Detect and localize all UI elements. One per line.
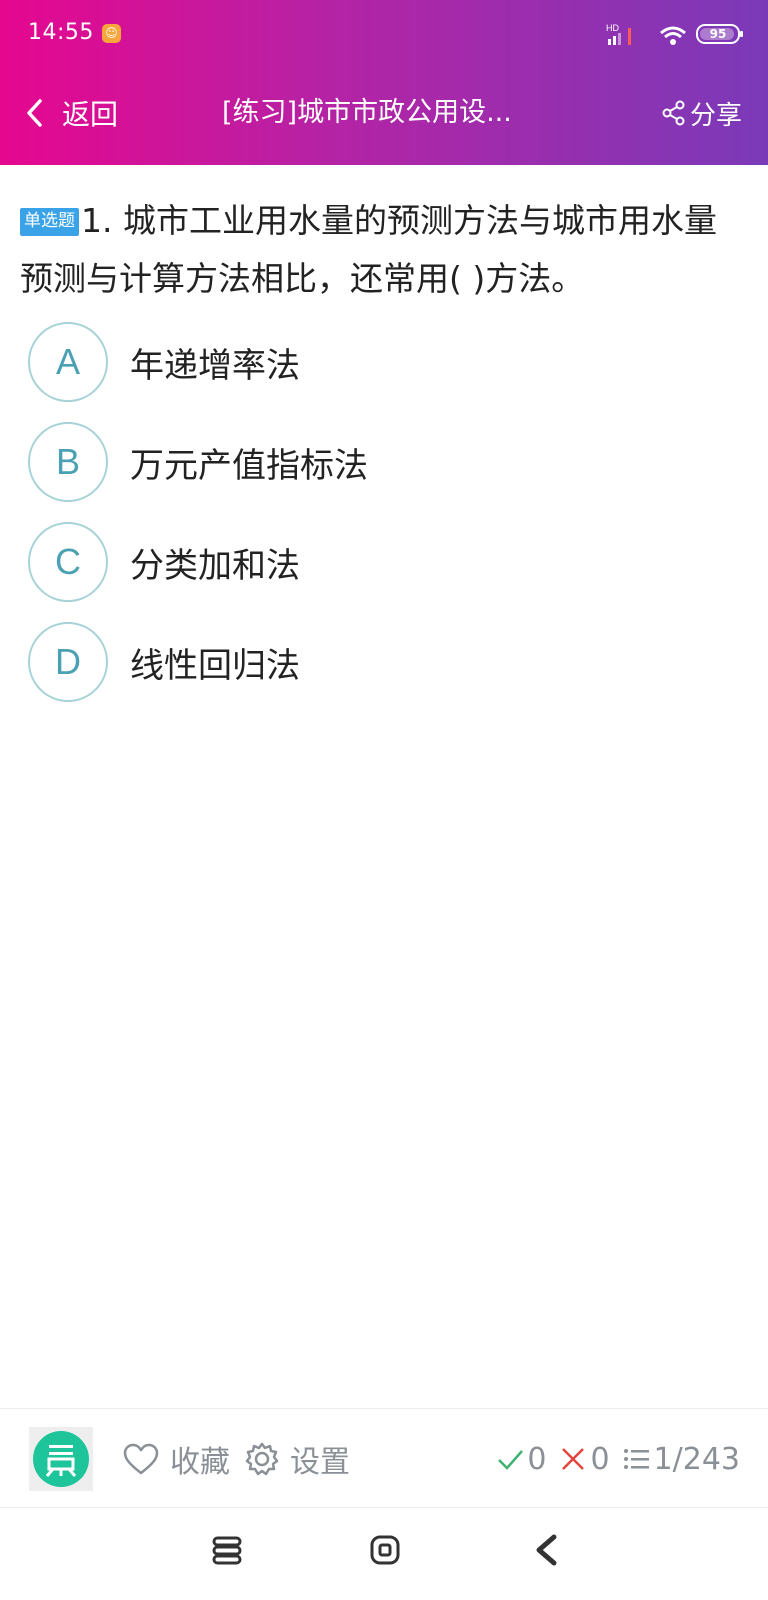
back-label: 返回 — [62, 98, 119, 131]
logo-icon — [45, 1445, 77, 1477]
option-text: 分类加和法 — [130, 545, 300, 586]
gear-icon — [245, 1442, 279, 1476]
question-stem: 单选题 1. 城市工业用水量的预测方法与城市用水量预测与计算方法相比，还常用( )… — [20, 192, 740, 308]
question-text: 1. 城市工业用水量的预测方法与城市用水量预测与计算方法相比，还常用( )方法。 — [20, 201, 717, 298]
favorite-button[interactable]: 收藏 — [122, 1439, 230, 1480]
option-text: 线性回归法 — [130, 645, 300, 686]
signal-hd-label: HD — [606, 23, 619, 33]
back-button[interactable]: 返回 — [22, 88, 118, 138]
option-letter-circle: D — [28, 622, 108, 702]
option-letter-circle: B — [28, 422, 108, 502]
question-type-badge: 单选题 — [20, 208, 79, 236]
option-letter-circle: A — [28, 322, 108, 402]
question-progress[interactable]: 1/243 — [622, 1442, 740, 1477]
heart-icon — [123, 1443, 159, 1475]
check-icon — [498, 1450, 524, 1470]
cross-icon — [562, 1448, 585, 1470]
wifi-icon — [660, 26, 686, 45]
share-label: 分享 — [689, 100, 742, 131]
correct-count: 0 — [495, 1442, 546, 1477]
bottom-toolbar: 收藏 设置 0 0 1/243 — [0, 1408, 768, 1508]
battery-icon: 95 — [696, 24, 743, 44]
wrong-count: 0 — [558, 1441, 610, 1477]
page-title: [练习]城市市政公用设... — [222, 97, 512, 128]
answer-stats: 0 0 1/243 — [483, 1439, 740, 1479]
option-c[interactable]: C 分类加和法 — [28, 522, 728, 602]
battery-level: 95 — [709, 27, 727, 41]
system-nav-bar — [0, 1510, 768, 1600]
app-logo[interactable] — [29, 1427, 93, 1491]
settings-button[interactable]: 设置 — [244, 1439, 350, 1480]
favorite-label: 收藏 — [170, 1445, 230, 1480]
option-a[interactable]: A 年递增率法 — [28, 322, 728, 402]
progress-value: 1/243 — [653, 1441, 740, 1477]
option-text: 万元产值指标法 — [130, 445, 368, 486]
options-list: A 年递增率法 B 万元产值指标法 C 分类加和法 D 线性回归法 — [28, 322, 728, 722]
option-letter-circle: C — [28, 522, 108, 602]
share-button[interactable]: 分享 — [662, 88, 742, 138]
option-d[interactable]: D 线性回归法 — [28, 622, 728, 702]
notification-app-icon: ☺ — [102, 24, 121, 43]
home-icon[interactable] — [367, 1532, 403, 1568]
settings-label: 设置 — [290, 1445, 350, 1480]
nav-bar: 返回 [练习]城市市政公用设... 分享 — [0, 88, 768, 138]
back-chevron-icon — [27, 99, 42, 127]
status-indicators: HD 95 — [606, 18, 746, 48]
logo-circle — [33, 1431, 89, 1487]
signal-icon: HD — [606, 23, 631, 45]
list-icon — [623, 1449, 649, 1469]
status-time: 14:55 — [28, 20, 94, 45]
back-triangle-icon[interactable] — [530, 1532, 566, 1568]
correct-count-value: 0 — [527, 1441, 547, 1477]
share-icon — [662, 100, 685, 126]
option-b[interactable]: B 万元产值指标法 — [28, 422, 728, 502]
option-text: 年递增率法 — [130, 345, 300, 386]
wrong-count-value: 0 — [590, 1441, 610, 1477]
app-header: 14:55 ☺ HD 95 返回 [练习]城市市政公用设... 分享 — [0, 0, 768, 165]
menu-icon[interactable] — [209, 1532, 245, 1568]
